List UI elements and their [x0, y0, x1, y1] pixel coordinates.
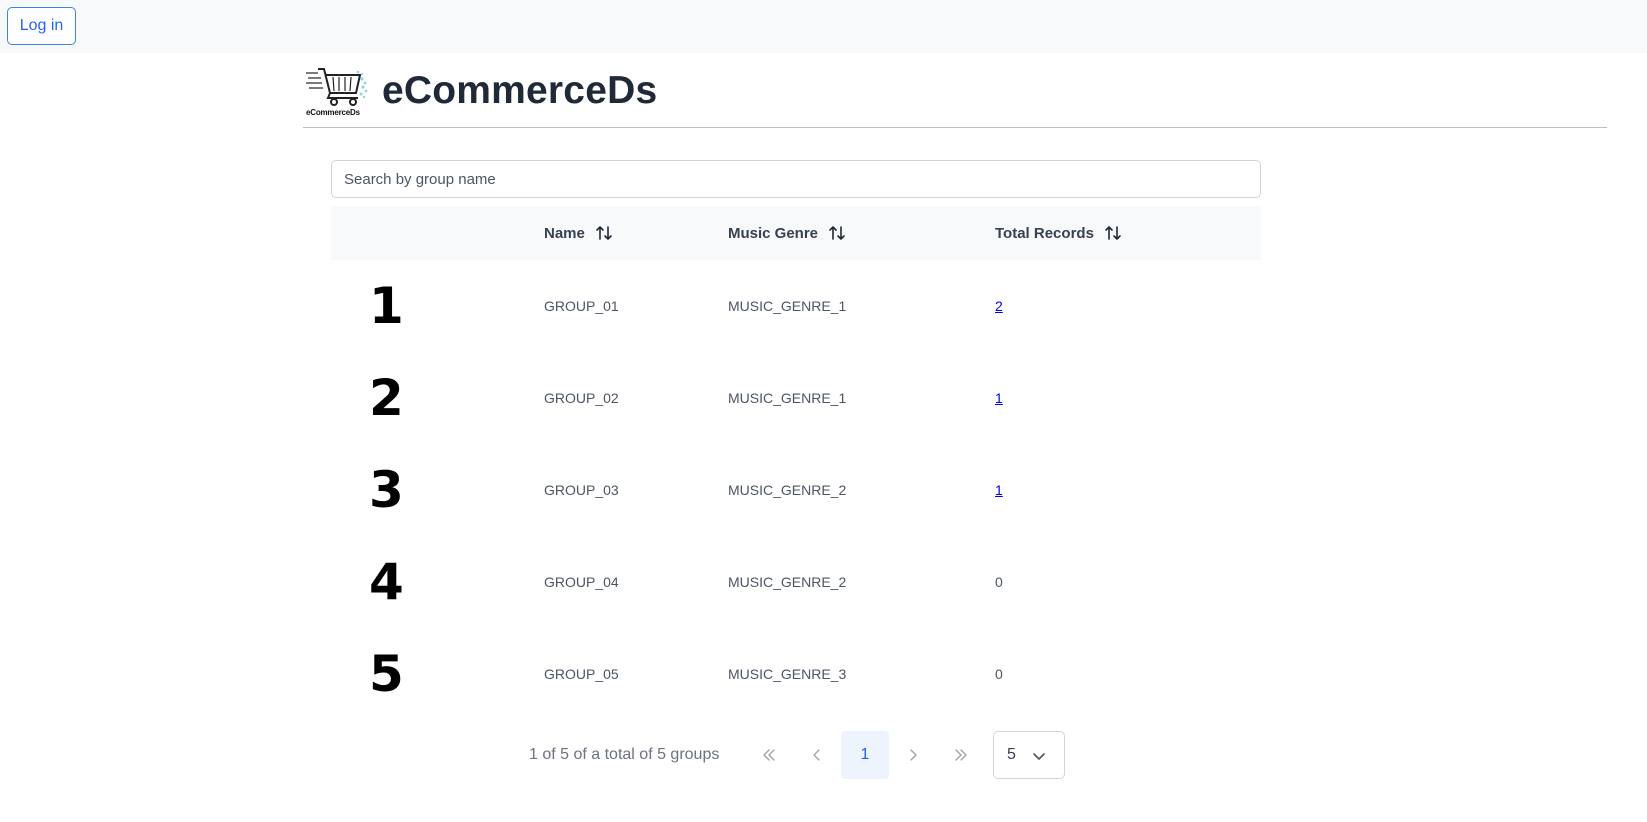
chevron-down-icon: [1033, 753, 1045, 760]
next-page-button[interactable]: [889, 731, 937, 779]
table-row: 1 GROUP_01 MUSIC_GENRE_1 2: [331, 260, 1261, 352]
row-image-number: 3: [369, 461, 404, 519]
table-row: 4 GROUP_04 MUSIC_GENRE_2 0: [331, 536, 1261, 628]
double-chevron-right-icon: [955, 749, 967, 761]
sort-icon: [828, 224, 846, 242]
group-name: GROUP_02: [544, 390, 619, 406]
music-genre: MUSIC_GENRE_2: [728, 482, 847, 498]
header-divider: [303, 127, 1607, 128]
page-size-select[interactable]: 5: [993, 731, 1065, 779]
row-image-number: 5: [369, 645, 404, 703]
column-header-total: Total Records: [995, 224, 1094, 242]
table-header: Name Music Genre Total Records: [331, 206, 1261, 260]
total-records: 0: [995, 666, 1003, 682]
sort-icon: [1104, 224, 1122, 242]
previous-page-button[interactable]: [793, 731, 841, 779]
brand-header: eCommerceDs eCommerceDs: [304, 60, 657, 122]
sort-by-total-header[interactable]: Total Records: [995, 206, 1122, 260]
music-genre: MUSIC_GENRE_2: [728, 574, 847, 590]
last-page-button[interactable]: [937, 731, 985, 779]
row-image-number: 1: [369, 277, 404, 335]
column-header-genre: Music Genre: [728, 224, 819, 242]
pagination-info: 1 of 5 of a total of 5 groups: [529, 746, 720, 763]
login-button[interactable]: Log in: [7, 7, 76, 45]
first-page-button[interactable]: [745, 731, 793, 779]
sort-by-name-header[interactable]: Name: [544, 206, 613, 260]
group-name: GROUP_04: [544, 574, 619, 590]
page-button-current[interactable]: 1: [841, 731, 889, 779]
chevron-left-icon: [813, 749, 820, 761]
shopping-cart-logo: eCommerceDs: [304, 65, 370, 117]
table-row: 5 GROUP_05 MUSIC_GENRE_3 0: [331, 628, 1261, 720]
table-row: 2 GROUP_02 MUSIC_GENRE_1 1: [331, 352, 1261, 444]
music-genre: MUSIC_GENRE_1: [728, 298, 847, 314]
table-row: 3 GROUP_03 MUSIC_GENRE_2 1: [331, 444, 1261, 536]
music-genre: MUSIC_GENRE_3: [728, 666, 847, 682]
row-image-number: 2: [369, 369, 404, 427]
logo-text: eCommerceDs: [306, 108, 360, 117]
chevron-right-icon: [910, 749, 917, 761]
total-records-link[interactable]: 1: [995, 482, 1003, 498]
group-name: GROUP_03: [544, 482, 619, 498]
total-records: 0: [995, 574, 1003, 590]
total-records-link[interactable]: 1: [995, 390, 1003, 406]
sort-icon: [595, 224, 613, 242]
top-bar: Log in: [0, 0, 1647, 53]
double-chevron-left-icon: [763, 749, 775, 761]
search-input[interactable]: [331, 160, 1261, 198]
music-genre: MUSIC_GENRE_1: [728, 390, 847, 406]
page-size-value: 5: [1007, 746, 1016, 763]
total-records-link[interactable]: 2: [995, 298, 1003, 314]
sort-by-genre-header[interactable]: Music Genre: [728, 206, 846, 260]
page-title: eCommerceDs: [382, 69, 658, 112]
group-name: GROUP_01: [544, 298, 619, 314]
row-image-number: 4: [369, 553, 404, 611]
groups-table: Name Music Genre Total Records 1 GROUP_0…: [331, 206, 1261, 720]
column-header-name: Name: [544, 224, 585, 242]
pagination: 1 of 5 of a total of 5 groups 1 5: [0, 730, 1647, 780]
group-name: GROUP_05: [544, 666, 619, 682]
